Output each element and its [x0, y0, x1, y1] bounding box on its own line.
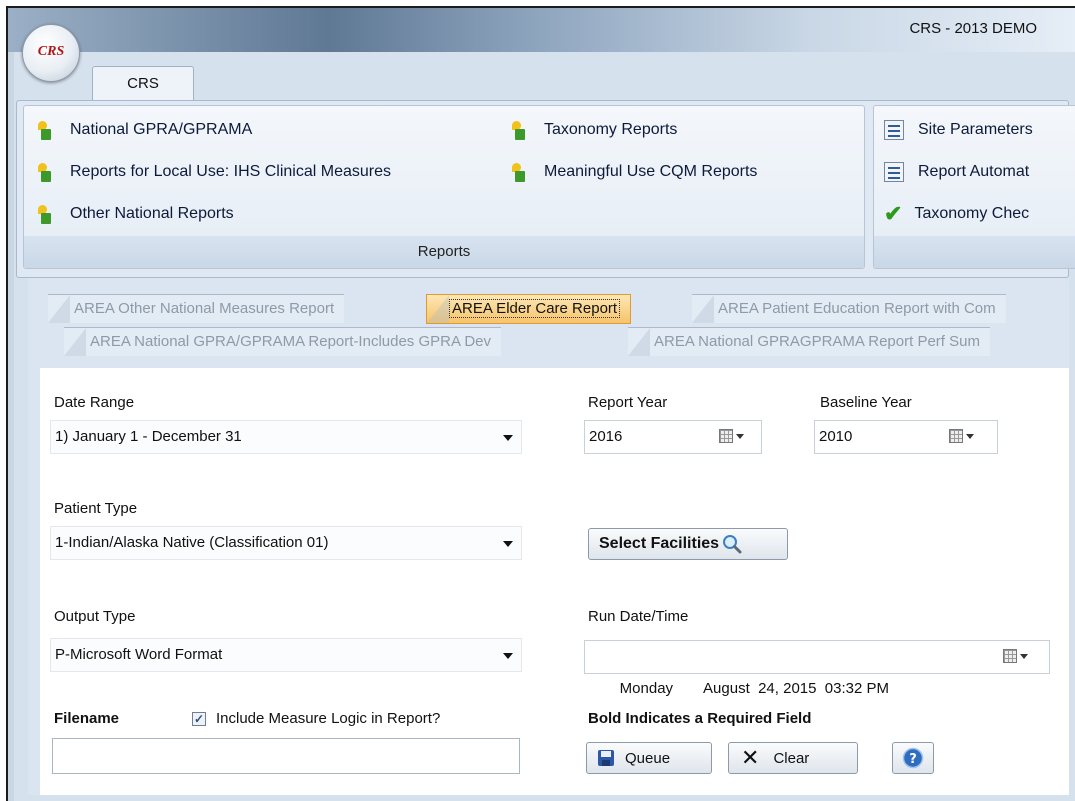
- ribbon-tab-crs[interactable]: CRS: [92, 66, 194, 101]
- other-national-reports-label: Other National Reports: [70, 205, 234, 222]
- tab-label: AREA National GPRAGPRAMA Report Perf Sum: [654, 333, 980, 350]
- document-tab-row-1: AREA Other National Measures Report AREA…: [32, 294, 1069, 324]
- include-logic-label: Include Measure Logic in Report?: [216, 710, 441, 727]
- national-gpra-gprama-label: National GPRA/GPRAMA: [70, 121, 253, 138]
- baseline-year-value: 2010: [819, 428, 853, 445]
- taxonomy-check-label: Taxonomy Chec: [914, 205, 1030, 222]
- run-date-value: August 24, 2015 03:32 PM: [703, 680, 890, 697]
- document-tab-row-2: AREA National GPRA/GPRAMA Report-Include…: [32, 327, 1069, 357]
- select-facilities-button[interactable]: Select Facilities: [588, 528, 788, 560]
- left-edge: [8, 52, 14, 801]
- settings-group-label: [874, 236, 1075, 268]
- ribbon-group-reports: National GPRA/GPRAMA Reports for Local U…: [23, 105, 865, 269]
- baseline-year-picker[interactable]: 2010: [814, 420, 998, 454]
- clear-label: Clear: [773, 749, 810, 767]
- tab-elder-care-report[interactable]: AREA Elder Care Report: [426, 294, 632, 324]
- window-title: CRS - 2013 DEMO: [909, 20, 1037, 37]
- output-type-value: P-Microsoft Word Format: [55, 646, 223, 663]
- orb-logo-text: CRS: [37, 44, 65, 59]
- save-disk-icon: [598, 750, 614, 766]
- plant-report-icon: [510, 162, 530, 182]
- help-button[interactable]: ?: [892, 742, 934, 774]
- taxonomy-reports-label: Taxonomy Reports: [544, 121, 678, 138]
- report-year-label: Report Year: [588, 394, 668, 411]
- tab-label: AREA Other National Measures Report: [74, 300, 335, 317]
- checkmark-icon: ✓: [193, 712, 205, 726]
- site-parameters-label: Site Parameters: [918, 121, 1033, 138]
- local-use-ihs-measures-button[interactable]: Reports for Local Use: IHS Clinical Meas…: [36, 162, 391, 182]
- local-use-ihs-measures-label: Reports for Local Use: IHS Clinical Meas…: [70, 163, 392, 180]
- plant-report-icon: [36, 120, 56, 140]
- list-settings-icon: [884, 120, 904, 140]
- date-range-select[interactable]: 1) January 1 - December 31: [50, 420, 522, 454]
- ribbon-group-settings: Site Parameters Report Automat ✔ Taxonom…: [873, 105, 1075, 269]
- queue-button[interactable]: Queue: [586, 742, 712, 774]
- baseline-year-label: Baseline Year: [820, 394, 912, 411]
- queue-label: Queue: [625, 749, 671, 767]
- tab-label: AREA Elder Care Report: [449, 299, 621, 318]
- run-datetime-label: Run Date/Time: [588, 608, 689, 625]
- include-logic-checkbox[interactable]: ✓: [192, 712, 206, 726]
- clear-button[interactable]: ✕ Clear: [728, 742, 858, 774]
- calendar-dropdown-icon[interactable]: [719, 429, 745, 445]
- magnifier-icon: [723, 535, 742, 554]
- date-range-label: Date Range: [54, 394, 135, 411]
- select-facilities-label: Select Facilities: [599, 535, 720, 552]
- ribbon-panel: National GPRA/GPRAMA Reports for Local U…: [16, 100, 1075, 278]
- plant-report-icon: [510, 120, 530, 140]
- meaningful-use-cqm-reports-label: Meaningful Use CQM Reports: [544, 163, 758, 180]
- output-type-label: Output Type: [54, 608, 136, 625]
- required-field-note: Bold Indicates a Required Field: [588, 710, 812, 727]
- report-form: Date Range 1) January 1 - December 31 Re…: [40, 368, 1069, 795]
- plant-report-icon: [36, 204, 56, 224]
- list-settings-icon: [884, 162, 904, 182]
- tab-national-gpra-dev[interactable]: AREA National GPRA/GPRAMA Report-Include…: [64, 327, 501, 356]
- tab-other-national-measures[interactable]: AREA Other National Measures Report: [48, 294, 345, 323]
- tab-national-gpra-perf-sum[interactable]: AREA National GPRAGPRAMA Report Perf Sum: [628, 327, 990, 356]
- report-automation-button[interactable]: Report Automat: [884, 162, 1029, 182]
- patient-type-select[interactable]: 1-Indian/Alaska Native (Classification 0…: [50, 526, 522, 560]
- reports-group-label: Reports: [24, 236, 864, 268]
- clear-x-icon: ✕: [741, 745, 760, 770]
- report-year-picker[interactable]: 2016: [584, 420, 762, 454]
- calendar-dropdown-icon[interactable]: [1003, 649, 1029, 665]
- other-national-reports-button[interactable]: Other National Reports: [36, 204, 234, 224]
- plant-report-icon: [36, 162, 56, 182]
- date-range-value: 1) January 1 - December 31: [55, 428, 242, 445]
- tab-label: AREA Patient Education Report with Com: [718, 300, 996, 317]
- chevron-down-icon: [503, 653, 513, 659]
- site-parameters-button[interactable]: Site Parameters: [884, 120, 1033, 140]
- chevron-down-icon: [503, 435, 513, 441]
- patient-type-label: Patient Type: [54, 500, 138, 517]
- application-orb-button[interactable]: CRS: [22, 24, 80, 82]
- patient-type-value: 1-Indian/Alaska Native (Classification 0…: [55, 534, 329, 551]
- filename-input[interactable]: [52, 738, 520, 774]
- tab-patient-education-report[interactable]: AREA Patient Education Report with Com: [692, 294, 1006, 323]
- tab-label: AREA National GPRA/GPRAMA Report-Include…: [90, 333, 491, 350]
- taxonomy-reports-button[interactable]: Taxonomy Reports: [510, 120, 677, 140]
- output-type-select[interactable]: P-Microsoft Word Format: [50, 638, 522, 672]
- report-year-value: 2016: [589, 428, 623, 445]
- national-gpra-gprama-button[interactable]: National GPRA/GPRAMA: [36, 120, 252, 140]
- calendar-dropdown-icon[interactable]: [949, 429, 975, 445]
- filename-label: Filename: [54, 710, 120, 727]
- green-check-icon: ✔: [884, 201, 903, 226]
- svg-text:?: ?: [909, 752, 917, 767]
- run-day-value: Monday: [619, 680, 674, 697]
- chevron-down-icon: [503, 541, 513, 547]
- run-datetime-picker[interactable]: Monday August 24, 2015 03:32 PM: [584, 640, 1050, 697]
- title-bar: CRS - 2013 DEMO: [8, 8, 1075, 52]
- meaningful-use-cqm-reports-button[interactable]: Meaningful Use CQM Reports: [510, 162, 757, 182]
- taxonomy-check-button[interactable]: ✔ Taxonomy Chec: [884, 201, 1030, 226]
- help-icon: ?: [902, 747, 924, 769]
- report-automation-label: Report Automat: [918, 163, 1030, 180]
